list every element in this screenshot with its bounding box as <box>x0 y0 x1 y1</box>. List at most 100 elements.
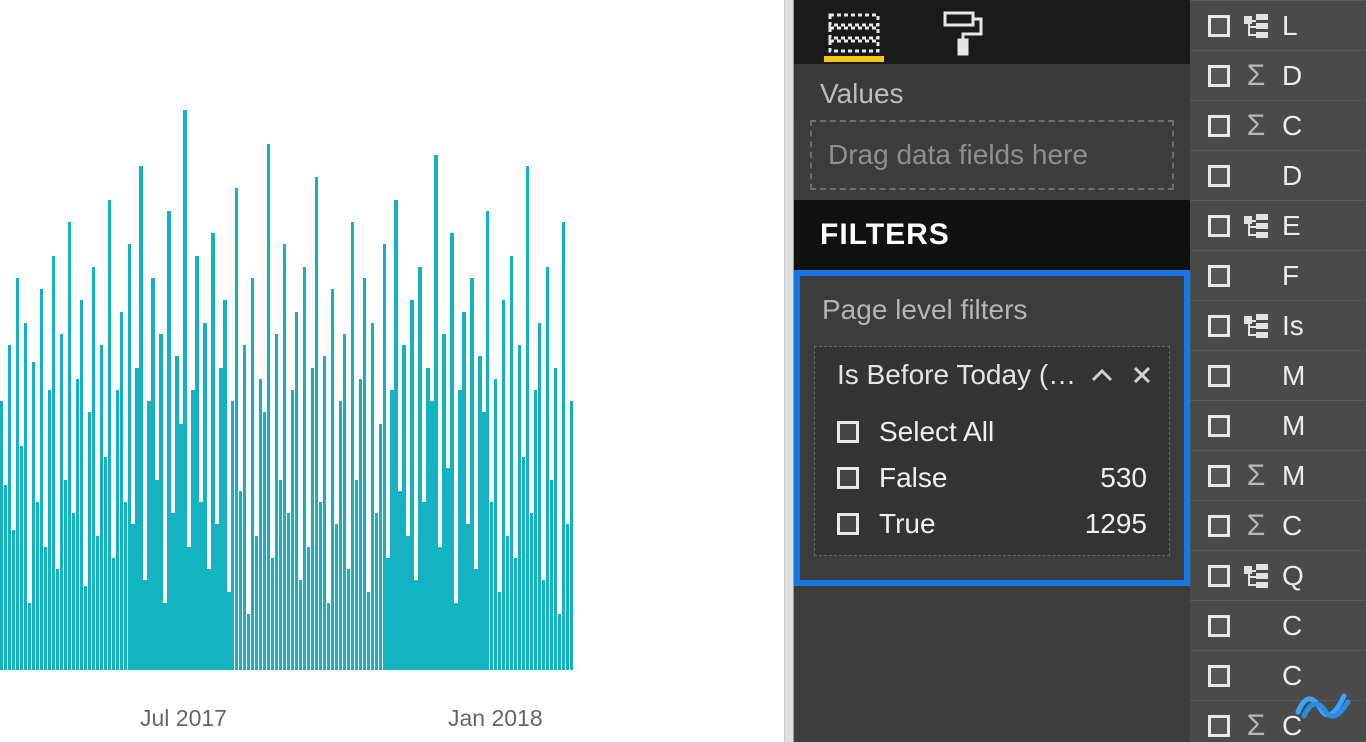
field-item[interactable]: F <box>1190 250 1366 300</box>
checkbox[interactable] <box>1208 265 1230 287</box>
chart-bar <box>550 480 553 670</box>
field-item[interactable]: Is <box>1190 300 1366 350</box>
subscribe-badge-icon[interactable] <box>1290 682 1358 724</box>
chart-bar <box>0 401 3 670</box>
filter-card[interactable]: Is Before Today (A... Select All <box>814 346 1170 556</box>
chart-bar <box>175 356 178 670</box>
checkbox[interactable] <box>837 421 859 443</box>
field-item[interactable]: Q <box>1190 550 1366 600</box>
chart-bar <box>303 267 306 670</box>
chart-bar <box>48 390 51 670</box>
pane-divider[interactable] <box>784 0 794 742</box>
filter-option-label: False <box>879 462 1080 494</box>
chart-bar <box>462 312 465 670</box>
chart-bar <box>315 177 318 670</box>
page-level-filters-highlight: Page level filters Is Before Today (A...… <box>794 270 1190 586</box>
checkbox[interactable] <box>1208 215 1230 237</box>
checkbox[interactable] <box>837 467 859 489</box>
report-canvas[interactable]: Jul 2017 Jan 2018 <box>0 0 784 742</box>
field-name-label: D <box>1282 60 1302 92</box>
filter-option[interactable]: True 1295 <box>837 501 1147 547</box>
field-item[interactable]: L <box>1190 0 1366 50</box>
chart-bar <box>60 334 63 670</box>
chart-bar <box>215 524 218 670</box>
filter-option-select-all[interactable]: Select All <box>837 409 1147 455</box>
chart-bar <box>16 278 19 670</box>
chart-bar <box>120 312 123 670</box>
chart-bar <box>155 480 158 670</box>
field-item[interactable]: ΣC <box>1190 500 1366 550</box>
chart-bar <box>163 603 166 670</box>
values-section-label: Values <box>794 64 1190 120</box>
chart-bar <box>36 502 39 670</box>
chart-bar <box>159 334 162 670</box>
chart-bar <box>12 530 15 670</box>
close-icon[interactable] <box>1127 360 1157 390</box>
chart-bar <box>52 256 55 670</box>
chevron-up-icon[interactable] <box>1087 360 1117 390</box>
chart-bar <box>275 334 278 670</box>
chart-bar <box>526 166 529 670</box>
filter-option-label: True <box>879 508 1065 540</box>
values-dropzone[interactable]: Drag data fields here <box>810 120 1174 190</box>
hierarchy-icon <box>1244 564 1268 588</box>
field-item[interactable]: M <box>1190 350 1366 400</box>
chart-bar <box>414 580 417 670</box>
chart-bar <box>398 491 401 670</box>
field-item[interactable]: D <box>1190 150 1366 200</box>
field-item[interactable]: E <box>1190 200 1366 250</box>
checkbox[interactable] <box>1208 665 1230 687</box>
checkbox[interactable] <box>1208 165 1230 187</box>
chart-bar <box>179 424 182 670</box>
field-item[interactable]: ΣM <box>1190 450 1366 500</box>
field-item[interactable]: M <box>1190 400 1366 450</box>
field-name-label: M <box>1282 410 1305 442</box>
field-item[interactable]: ΣC <box>1190 100 1366 150</box>
chart-bar <box>562 222 565 670</box>
checkbox[interactable] <box>1208 365 1230 387</box>
chart-bar <box>199 502 202 670</box>
chart-bar <box>339 401 342 670</box>
chart-bar <box>207 569 210 670</box>
checkbox[interactable] <box>1208 415 1230 437</box>
chart-bar <box>538 323 541 670</box>
chart-bar <box>187 547 190 670</box>
checkbox[interactable] <box>1208 715 1230 737</box>
chart-bar <box>514 558 517 670</box>
field-item[interactable]: C <box>1190 600 1366 650</box>
chart-bar <box>379 424 382 670</box>
checkbox[interactable] <box>1208 65 1230 87</box>
chart-bar <box>56 569 59 670</box>
field-item[interactable]: ΣD <box>1190 50 1366 100</box>
chart-bar <box>299 580 302 670</box>
chart-bar <box>402 345 405 670</box>
sigma-icon: Σ <box>1244 709 1268 742</box>
checkbox[interactable] <box>1208 15 1230 37</box>
chart-bar <box>68 222 71 670</box>
checkbox[interactable] <box>1208 565 1230 587</box>
chart-bar <box>478 356 481 670</box>
chart-bar <box>363 278 366 670</box>
chart-bar <box>319 502 322 670</box>
chart-bar <box>498 592 501 670</box>
checkbox[interactable] <box>1208 615 1230 637</box>
format-tab[interactable] <box>934 10 994 56</box>
checkbox[interactable] <box>837 513 859 535</box>
filter-option[interactable]: False 530 <box>837 455 1147 501</box>
checkbox[interactable] <box>1208 115 1230 137</box>
chart-bar <box>239 491 242 670</box>
chart-bar <box>112 558 115 670</box>
checkbox[interactable] <box>1208 465 1230 487</box>
chart-bar <box>92 267 95 670</box>
checkbox[interactable] <box>1208 515 1230 537</box>
chart-bar <box>486 211 489 670</box>
chart-bar <box>88 412 91 670</box>
fields-tab[interactable] <box>824 10 884 56</box>
chart-bar <box>167 211 170 670</box>
field-name-label: C <box>1282 510 1302 542</box>
chart-bar <box>247 614 250 670</box>
checkbox[interactable] <box>1208 315 1230 337</box>
column-chart[interactable] <box>0 110 580 670</box>
chart-bar <box>383 244 386 670</box>
chart-bar <box>458 390 461 670</box>
